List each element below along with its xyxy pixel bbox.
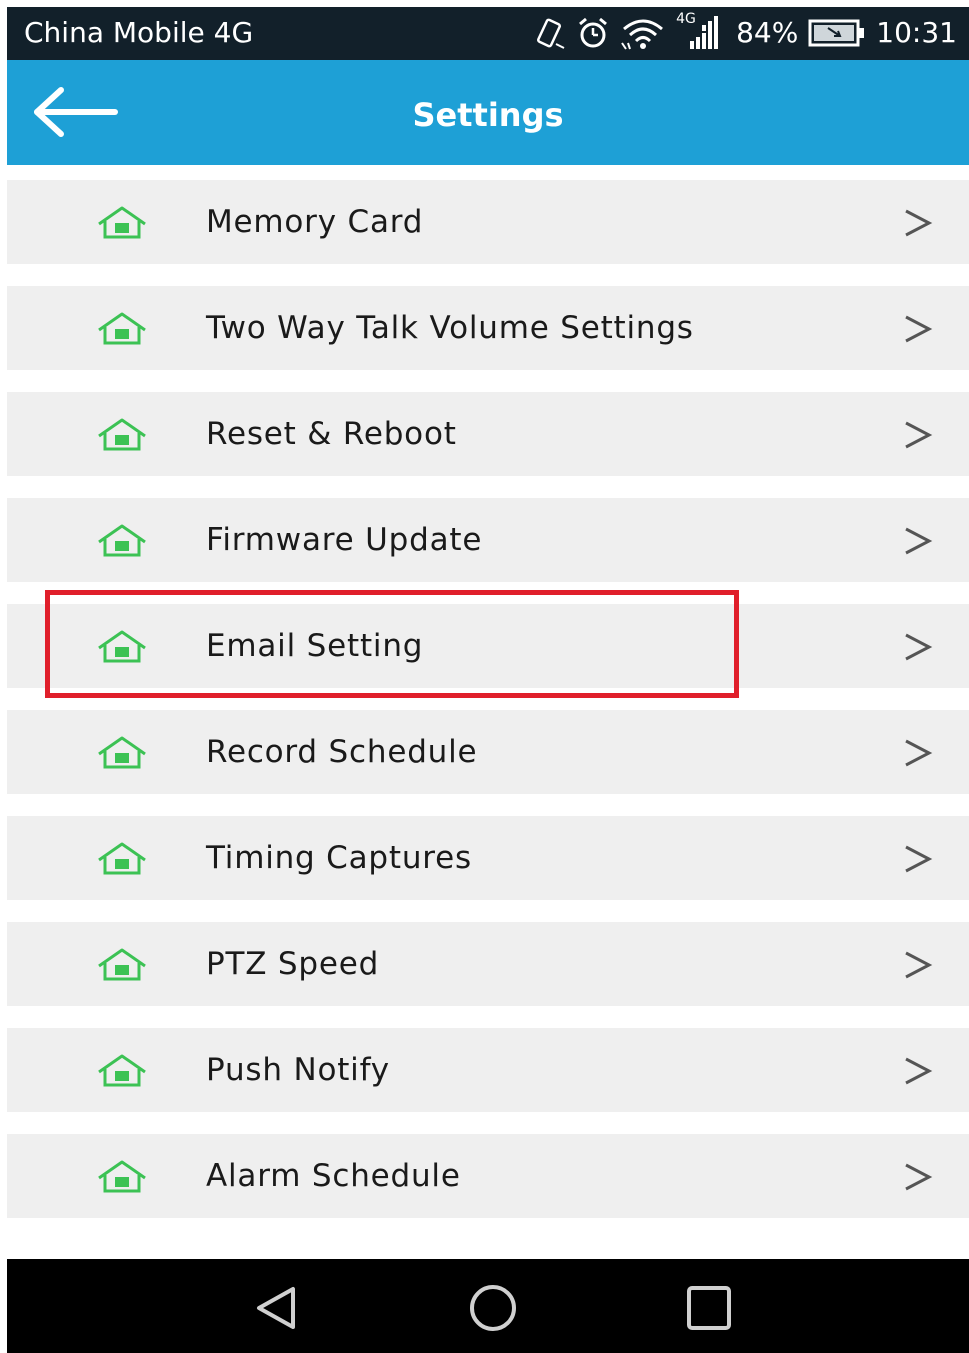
settings-item-alarm-schedule[interactable]: Alarm Schedule [7, 1134, 969, 1218]
home-icon [98, 948, 146, 981]
settings-item-label: PTZ Speed [206, 946, 380, 982]
settings-item-label: Alarm Schedule [206, 1158, 461, 1194]
settings-item-label: Email Setting [206, 628, 424, 664]
chevron-right-icon [905, 633, 933, 661]
home-icon [98, 1160, 146, 1193]
nav-back-button[interactable] [251, 1283, 301, 1333]
phone-screen: China Mobile 4G 4G 84% 10:31 Settings Me… [7, 7, 969, 1353]
chevron-right-icon [905, 315, 933, 343]
home-circle-icon [470, 1285, 516, 1331]
settings-item-label: Push Notify [206, 1052, 390, 1088]
battery-icon [808, 19, 865, 47]
settings-item-label: Memory Card [206, 204, 424, 240]
navigation-bar [7, 1259, 969, 1353]
settings-item-firmware-update[interactable]: Firmware Update [7, 498, 969, 582]
app-bar: Settings [7, 60, 969, 165]
settings-item-label: Firmware Update [206, 522, 483, 558]
vibrate-icon [537, 18, 565, 49]
settings-item-label: Reset & Reboot [206, 416, 457, 452]
alarm-icon [579, 17, 608, 48]
chevron-right-icon [905, 527, 933, 555]
home-icon [98, 842, 146, 875]
chevron-right-icon [905, 209, 933, 237]
chevron-right-icon [905, 951, 933, 979]
settings-item-reset-reboot[interactable]: Reset & Reboot [7, 392, 969, 476]
chevron-right-icon [905, 421, 933, 449]
battery-percent: 84% [736, 16, 799, 49]
settings-item-label: Record Schedule [206, 734, 478, 770]
chevron-right-icon [905, 845, 933, 873]
recents-square-icon [687, 1286, 731, 1330]
settings-item-label: Two Way Talk Volume Settings [206, 310, 694, 346]
home-icon [98, 630, 146, 663]
settings-item-ptz-speed[interactable]: PTZ Speed [7, 922, 969, 1006]
home-icon [98, 736, 146, 769]
settings-item-push-notify[interactable]: Push Notify [7, 1028, 969, 1112]
settings-item-email-setting[interactable]: Email Setting [7, 604, 969, 688]
settings-item-memory-card[interactable]: Memory Card [7, 180, 969, 264]
home-icon [98, 206, 146, 239]
home-icon [98, 312, 146, 345]
clock: 10:31 [876, 16, 957, 49]
chevron-right-icon [905, 1163, 933, 1191]
chevron-right-icon [905, 739, 933, 767]
carrier-name: China Mobile 4G [24, 16, 254, 49]
status-bar: China Mobile 4G 4G 84% 10:31 [7, 7, 969, 60]
status-icons: 4G 84% 10:31 [532, 11, 957, 53]
back-triangle-icon [257, 1287, 295, 1329]
settings-item-record-schedule[interactable]: Record Schedule [7, 710, 969, 794]
settings-item-two-way-talk[interactable]: Two Way Talk Volume Settings [7, 286, 969, 370]
nav-home-button[interactable] [468, 1283, 518, 1333]
settings-item-timing-captures[interactable]: Timing Captures [7, 816, 969, 900]
signal-icon: 4G [676, 11, 726, 53]
wifi-icon [621, 19, 664, 50]
nav-recents-button[interactable] [684, 1283, 734, 1333]
settings-item-label: Timing Captures [206, 840, 472, 876]
home-icon [98, 1054, 146, 1087]
chevron-right-icon [905, 1057, 933, 1085]
page-title: Settings [412, 96, 564, 134]
home-icon [98, 418, 146, 451]
home-icon [98, 524, 146, 557]
